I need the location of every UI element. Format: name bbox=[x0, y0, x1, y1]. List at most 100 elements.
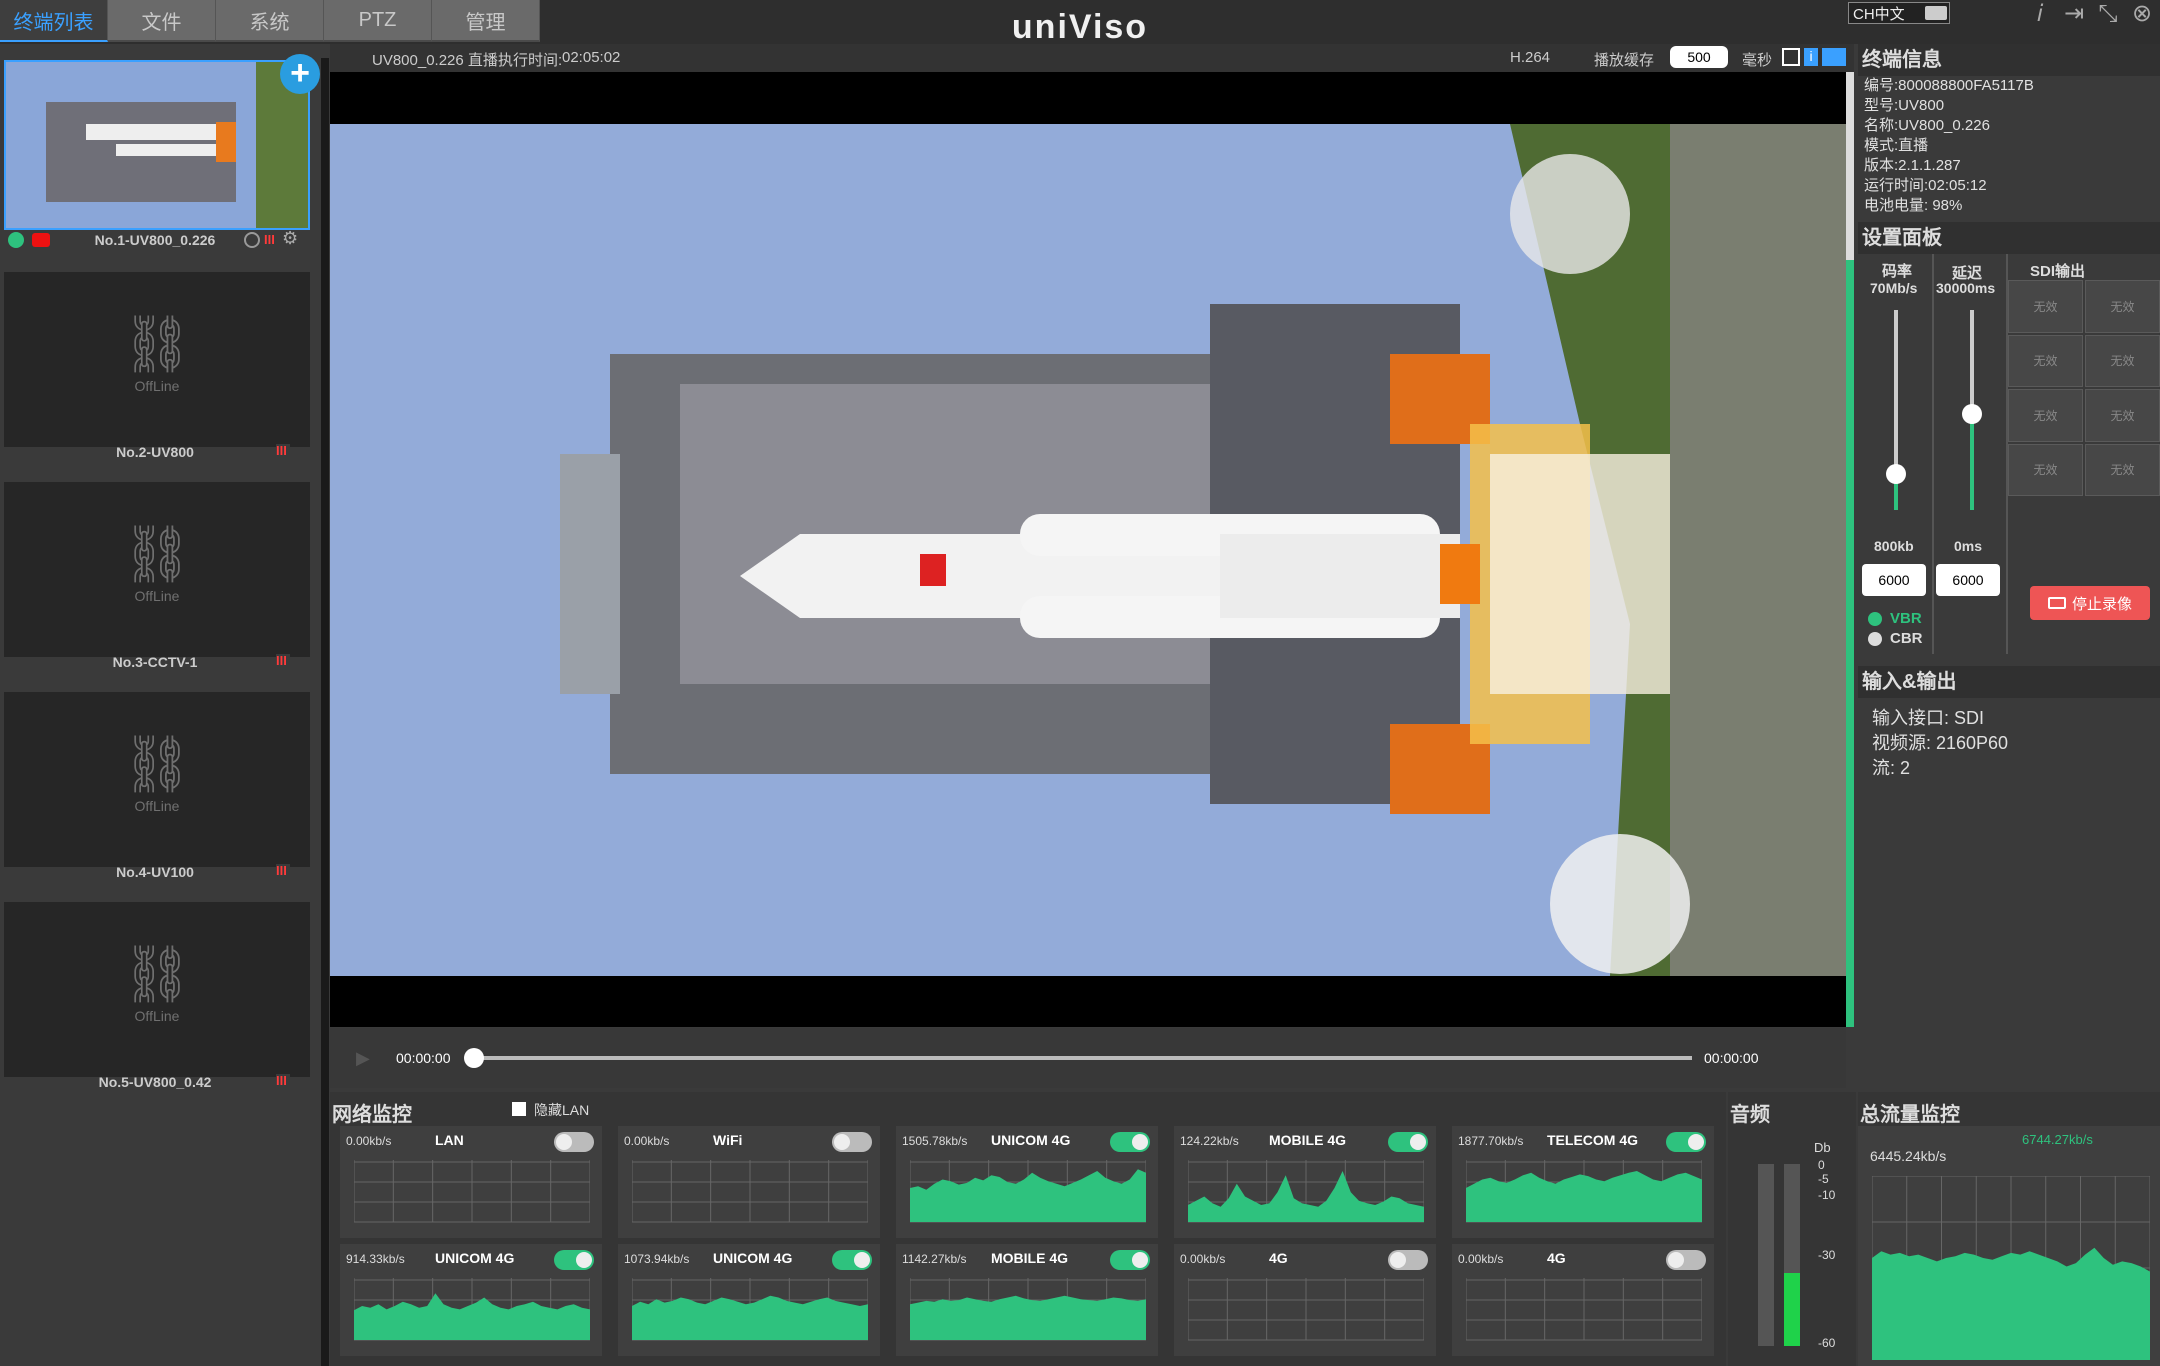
delay-input[interactable] bbox=[1936, 564, 2000, 596]
bitrate-label: 码率 bbox=[1882, 263, 1913, 280]
total-traffic-area bbox=[1872, 1247, 2150, 1360]
total-chart bbox=[1872, 1176, 2150, 1360]
network-rate: 914.33kb/s bbox=[346, 1252, 405, 1266]
device-card-1[interactable] bbox=[4, 60, 310, 230]
sdi-grid: 无效 无效 无效 无效 无效 无效 无效 无效 bbox=[2008, 280, 2160, 496]
total-peak: 6744.27kb/s bbox=[2022, 1132, 2093, 1147]
fullscreen-icon[interactable] bbox=[1822, 48, 1846, 66]
device-list: + No.1-UV800_0.226 III ⚙ ⛓ OffLine No.2-U… bbox=[0, 54, 320, 1366]
network-name: MOBILE 4G bbox=[991, 1250, 1069, 1266]
bitrate-min: 800kb bbox=[1874, 538, 1914, 554]
minimize-icon[interactable]: ⤡ bbox=[2092, 0, 2124, 28]
network-toggle[interactable] bbox=[832, 1132, 872, 1152]
network-rate: 1877.70kb/s bbox=[1458, 1134, 1524, 1148]
info-line: 编号:800088800FA5117B bbox=[1864, 77, 2034, 94]
traffic-area bbox=[910, 1295, 1146, 1340]
divider bbox=[1932, 254, 1934, 654]
network-name: 4G bbox=[1547, 1250, 1566, 1266]
network-toggle[interactable] bbox=[1388, 1250, 1428, 1270]
language-selector[interactable]: CH中文 bbox=[1848, 2, 1950, 24]
info-toggle-icon[interactable]: i bbox=[1804, 48, 1818, 66]
network-toggle[interactable] bbox=[1110, 1250, 1150, 1270]
sdi-cell[interactable]: 无效 bbox=[2008, 443, 2083, 496]
info-line: 版本:2.1.1.287 bbox=[1864, 157, 1961, 174]
network-chart bbox=[910, 1278, 1146, 1341]
offline-label: OffLine bbox=[134, 588, 180, 604]
network-card: 0.00kb/s 4G bbox=[1452, 1244, 1714, 1356]
broken-link-icon: ⛓ bbox=[121, 942, 193, 1005]
sdi-cell[interactable]: 无效 bbox=[2008, 280, 2083, 333]
device-status: UV800_0.226 直播 bbox=[372, 52, 498, 69]
seek-track[interactable] bbox=[472, 1056, 1692, 1060]
sidebar-splitter[interactable] bbox=[321, 58, 329, 1366]
network-rate: 1142.27kb/s bbox=[902, 1252, 967, 1266]
logout-icon[interactable]: ⇥ bbox=[2058, 0, 2090, 28]
network-rate: 1073.94kb/s bbox=[624, 1252, 690, 1266]
buffer-label: 播放缓存 bbox=[1594, 52, 1655, 69]
network-toggle[interactable] bbox=[1388, 1132, 1428, 1152]
sdi-cell[interactable]: 无效 bbox=[2085, 334, 2160, 387]
info-panel: 终端信息 编号:800088800FA5117B 型号:UV800 名称:UV8… bbox=[1858, 44, 2160, 1090]
add-device-button[interactable]: + bbox=[280, 54, 320, 94]
total-title: 总流量监控 bbox=[1860, 1104, 1960, 1126]
network-toggle[interactable] bbox=[832, 1250, 872, 1270]
play-icon[interactable]: ▶ bbox=[356, 1048, 370, 1069]
buffer-unit: 毫秒 bbox=[1742, 52, 1773, 69]
device-4-name: No.4-UV100 bbox=[116, 864, 194, 880]
device-card-2[interactable]: ⛓ OffLine bbox=[4, 272, 310, 447]
sdi-cell[interactable]: 无效 bbox=[2085, 280, 2160, 333]
current-time: 00:00:00 bbox=[396, 1050, 451, 1066]
network-rate: 0.00kb/s bbox=[624, 1134, 670, 1148]
network-rate: 0.00kb/s bbox=[346, 1134, 392, 1148]
device-3-name: No.3-CCTV-1 bbox=[112, 654, 198, 670]
sdi-cell[interactable]: 无效 bbox=[2008, 389, 2083, 442]
close-icon[interactable]: ⊗ bbox=[2126, 0, 2158, 28]
network-toggle[interactable] bbox=[1666, 1132, 1706, 1152]
seek-handle[interactable] bbox=[464, 1048, 484, 1068]
network-toggle[interactable] bbox=[554, 1250, 594, 1270]
network-chart bbox=[354, 1278, 590, 1341]
network-chart bbox=[1188, 1278, 1424, 1341]
stop-recording-button[interactable]: 停止录像 bbox=[2030, 586, 2150, 620]
audio-unit: Db bbox=[1814, 1140, 1831, 1155]
network-card: 1073.94kb/s UNICOM 4G bbox=[618, 1244, 880, 1356]
bitrate-handle[interactable] bbox=[1886, 464, 1906, 484]
network-chart bbox=[1466, 1160, 1702, 1223]
info-line: 模式:直播 bbox=[1864, 137, 1929, 154]
exec-time: 02:05:02 bbox=[562, 49, 621, 66]
network-toggle[interactable] bbox=[1110, 1132, 1150, 1152]
info-line: 运行时间:02:05:12 bbox=[1864, 177, 1987, 194]
buffer-input[interactable] bbox=[1670, 46, 1728, 68]
info-icon[interactable]: 𝑖 bbox=[2024, 0, 2056, 28]
delay-min: 0ms bbox=[1954, 538, 1983, 554]
audio-level bbox=[1784, 1273, 1800, 1346]
offline-label: OffLine bbox=[134, 1008, 180, 1024]
network-card: 1142.27kb/s MOBILE 4G bbox=[896, 1244, 1158, 1356]
sdi-cell[interactable]: 无效 bbox=[2085, 443, 2160, 496]
network-card: 0.00kb/s WiFi bbox=[618, 1126, 880, 1238]
grid-layout-icon[interactable] bbox=[1782, 48, 1800, 66]
delay-handle[interactable] bbox=[1962, 404, 1982, 424]
terminal-info-list: 编号:800088800FA5117B 型号:UV800 名称:UV800_0.… bbox=[1858, 76, 2160, 216]
vbr-radio[interactable] bbox=[1868, 612, 1882, 626]
sdi-cell[interactable]: 无效 bbox=[2085, 389, 2160, 442]
vbr-label: VBR bbox=[1890, 610, 1922, 627]
status-icon bbox=[244, 232, 260, 248]
device-card-5[interactable]: ⛓ OffLine bbox=[4, 902, 310, 1077]
device-2-name: No.2-UV800 bbox=[116, 444, 194, 460]
network-chart bbox=[1466, 1278, 1702, 1341]
gear-icon[interactable]: ⚙ bbox=[282, 228, 298, 249]
network-toggle[interactable] bbox=[554, 1132, 594, 1152]
device-card-3[interactable]: ⛓ OffLine bbox=[4, 482, 310, 657]
device-card-4[interactable]: ⛓ OffLine bbox=[4, 692, 310, 867]
video-frame bbox=[330, 124, 1846, 976]
network-rate: 0.00kb/s bbox=[1458, 1252, 1504, 1266]
hide-lan-checkbox[interactable] bbox=[512, 1102, 526, 1116]
network-toggle[interactable] bbox=[1666, 1250, 1706, 1270]
bitrate-input[interactable] bbox=[1862, 564, 1926, 596]
network-card: 0.00kb/s LAN bbox=[340, 1126, 602, 1238]
cbr-radio[interactable] bbox=[1868, 632, 1882, 646]
sdi-cell[interactable]: 无效 bbox=[2008, 334, 2083, 387]
network-name: LAN bbox=[435, 1132, 464, 1148]
traffic-area bbox=[910, 1169, 1146, 1222]
